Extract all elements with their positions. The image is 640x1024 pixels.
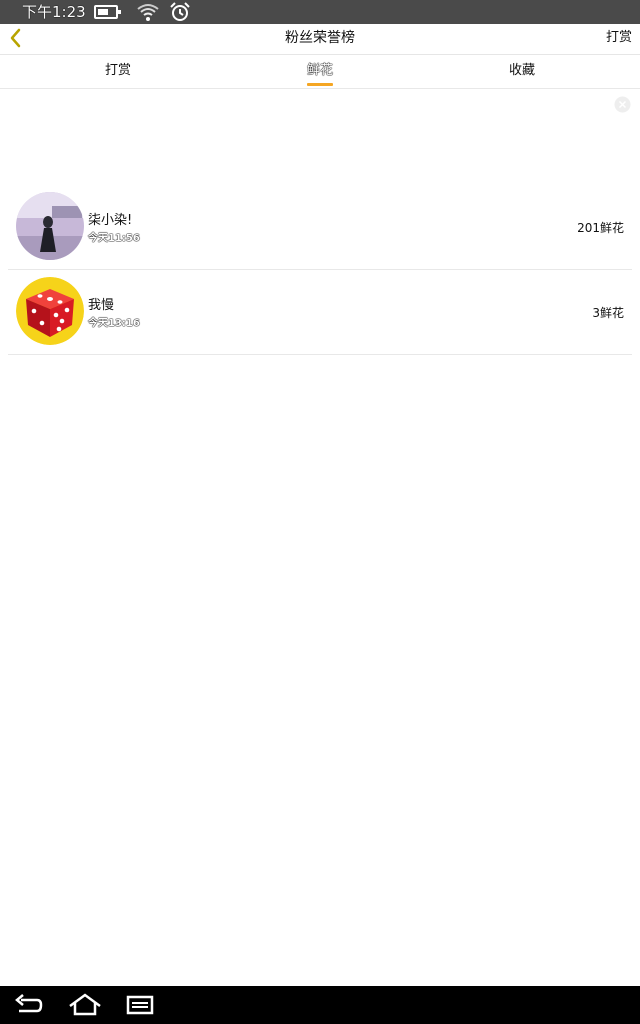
tab-label: 收藏 xyxy=(508,63,535,78)
dice-avatar xyxy=(16,277,84,345)
fan-list: 柒小染! 今天11:56 201鲜花 我慢 今天13:16 3鲜花 xyxy=(8,185,632,355)
user-time: 今天11:56 xyxy=(88,233,140,244)
user-name: 柒小染! xyxy=(88,213,133,228)
tab-bar: 打赏 鲜花 收藏 xyxy=(0,55,640,89)
navigation-bar xyxy=(0,986,640,1024)
photo-avatar xyxy=(16,192,84,260)
alarm-icon xyxy=(170,2,190,21)
page-title: 粉丝荣誉榜 xyxy=(285,30,355,46)
list-item[interactable]: 我慢 今天13:16 3鲜花 xyxy=(8,270,632,355)
tab-active-indicator xyxy=(307,83,333,86)
back-nav-icon[interactable] xyxy=(13,992,43,1018)
flower-count: 201鲜花 xyxy=(577,221,624,235)
tab-label: 打赏 xyxy=(104,63,131,78)
tab-reward[interactable]: 打赏 xyxy=(0,55,236,88)
user-name: 我慢 xyxy=(88,298,115,313)
header: 粉丝荣誉榜 打赏 xyxy=(0,24,640,55)
user-time: 今天13:16 xyxy=(88,318,140,329)
tab-label: 鲜花 xyxy=(306,63,333,78)
tab-flowers[interactable]: 鲜花 xyxy=(236,55,404,88)
recents-icon[interactable] xyxy=(126,992,154,1018)
tab-favorites[interactable]: 收藏 xyxy=(404,55,640,88)
close-icon[interactable] xyxy=(614,96,631,113)
wifi-icon xyxy=(137,4,159,21)
home-icon[interactable] xyxy=(68,992,102,1018)
status-bar: 下午1:23 xyxy=(0,0,640,24)
status-time: 下午1:23 xyxy=(22,3,86,21)
battery-icon xyxy=(94,5,121,19)
list-item[interactable]: 柒小染! 今天11:56 201鲜花 xyxy=(8,185,632,270)
reward-button[interactable]: 打赏 xyxy=(606,24,632,52)
flower-count: 3鲜花 xyxy=(592,306,624,320)
